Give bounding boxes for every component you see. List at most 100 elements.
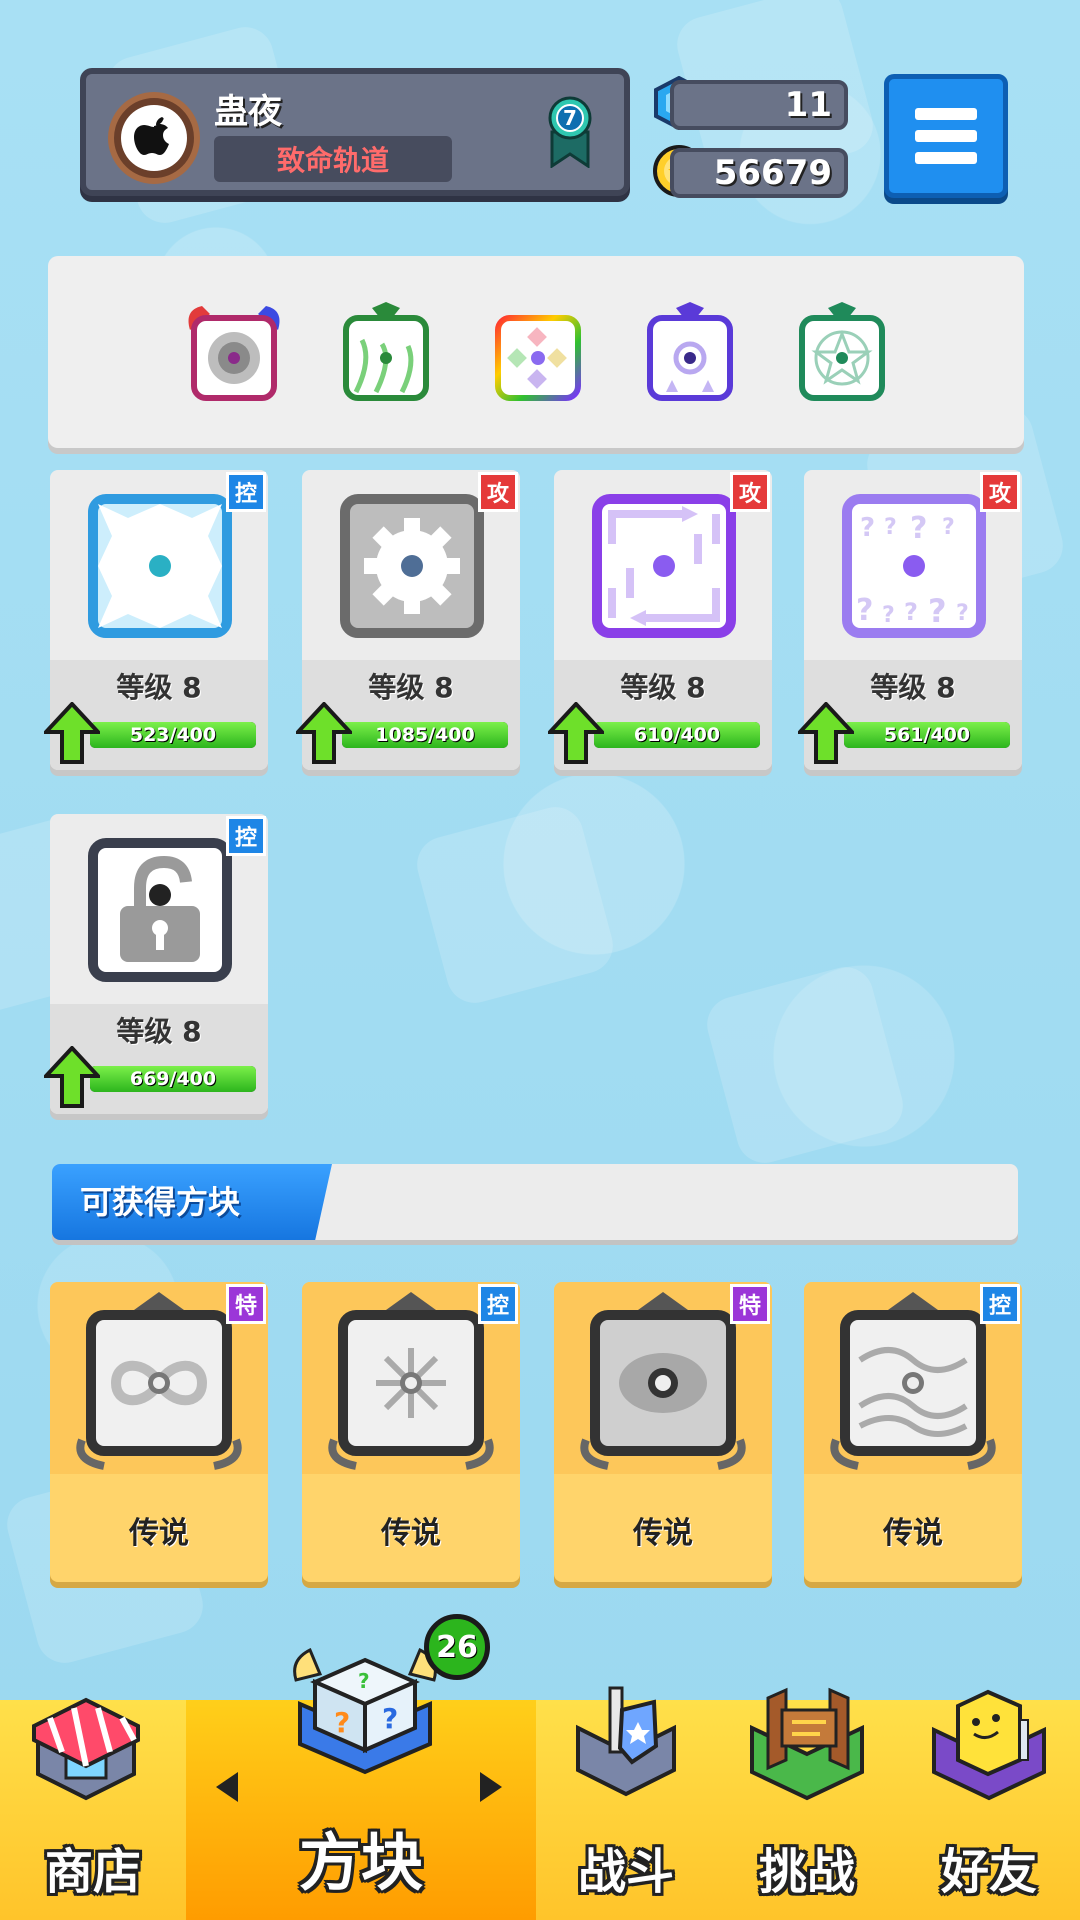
pentagram-die-icon[interactable] — [788, 300, 896, 408]
nav-shop-label: 商店 — [44, 1844, 141, 1900]
legend-card-snowflake[interactable]: 控 传说 — [302, 1282, 520, 1582]
role-tag: 攻 — [980, 472, 1020, 512]
lock-die-icon — [88, 838, 232, 982]
role-tag: 控 — [980, 1284, 1020, 1324]
role-tag: 控 — [478, 1284, 518, 1324]
rarity-label: 传说 — [129, 1516, 189, 1551]
dice-card-gear[interactable]: 攻 等级 8 1085/400 — [296, 470, 520, 770]
nav-challenge[interactable]: 挑战 — [716, 1687, 898, 1920]
wave-die-icon — [840, 1310, 986, 1456]
svg-text:?: ? — [358, 1669, 370, 1693]
next-arrow-icon[interactable] — [480, 1772, 502, 1802]
player-title: 致命轨道 — [214, 136, 452, 182]
dice-card-mystery[interactable]: ???? ????? 攻 等级 8 561/400 — [798, 470, 1022, 770]
xp-text: 523/400 — [129, 724, 217, 746]
xp-text: 610/400 — [633, 724, 721, 746]
nav-battle[interactable]: 战斗 — [536, 1686, 716, 1920]
role-tag: 攻 — [730, 472, 770, 512]
xp-bar: 523/400 — [90, 722, 256, 748]
svg-text:?: ? — [904, 598, 918, 626]
hamburger-icon-bar — [915, 130, 977, 142]
shop-icon — [32, 1697, 140, 1801]
rank-number: 7 — [563, 106, 577, 130]
dice-card-path[interactable]: 攻 等级 8 610/400 — [548, 470, 772, 770]
snowflake-icon — [376, 1348, 446, 1418]
die-pip — [401, 555, 423, 577]
upgrade-arrow-icon[interactable] — [44, 702, 100, 764]
die-pip — [903, 555, 925, 577]
unlock-icon — [120, 855, 200, 962]
role-tag: 控 — [226, 816, 266, 856]
rarity-label: 传说 — [633, 1516, 693, 1551]
rarity-label: 传说 — [381, 1516, 441, 1551]
rarity-label: 传说 — [883, 1516, 943, 1551]
role-tag: 攻 — [478, 472, 518, 512]
orbit-die-icon[interactable] — [636, 300, 744, 408]
nav-friends[interactable]: 好友 — [898, 1689, 1080, 1920]
xp-text: 1085/400 — [375, 724, 475, 746]
legend-card-wave[interactable]: 控 传说 — [804, 1282, 1022, 1582]
gear-die-icon — [340, 494, 484, 638]
upgrade-arrow-icon[interactable] — [44, 1046, 100, 1108]
xp-bar: 561/400 — [844, 722, 1010, 748]
nav-shop[interactable]: 商店 — [0, 1697, 186, 1920]
available-section-header: 可获得方块 — [52, 1164, 1018, 1240]
rainbow-die-icon[interactable] — [484, 300, 592, 408]
xp-bar: 1085/400 — [342, 722, 508, 748]
coin-count: 56679 — [670, 148, 848, 198]
svg-text:?: ? — [956, 601, 969, 626]
level-label: 等级 8 — [620, 671, 706, 704]
infinity-icon — [110, 1360, 208, 1406]
role-tag: 控 — [226, 472, 266, 512]
ice-die-icon — [88, 494, 232, 638]
friends-icon — [932, 1689, 1046, 1801]
nav-friends-label: 好友 — [940, 1844, 1037, 1900]
tornado-die-icon[interactable] — [180, 300, 288, 408]
nav-dice-label: 方块 — [298, 1826, 423, 1899]
dice-cube-icon: ? ? ? — [293, 1647, 437, 1775]
level-label: 等级 8 — [116, 671, 202, 704]
player-name: 蛊夜 — [214, 92, 282, 132]
die-pip — [149, 555, 171, 577]
prev-arrow-icon[interactable] — [216, 1772, 238, 1802]
dice-card-ice[interactable]: 控 等级 8 523/400 — [44, 470, 268, 770]
role-tag: 特 — [730, 1284, 770, 1324]
apple-logo-icon — [121, 105, 187, 171]
path-die-icon — [592, 494, 736, 638]
legend-card-infinity[interactable]: 特 传说 — [50, 1282, 268, 1582]
infinity-die-icon — [86, 1310, 232, 1456]
upgrade-arrow-icon[interactable] — [798, 702, 854, 764]
wave-icon — [858, 1347, 968, 1437]
menu-button[interactable] — [884, 74, 1008, 198]
svg-text:?: ? — [382, 1702, 398, 1735]
svg-text:?: ? — [882, 603, 895, 628]
svg-text:?: ? — [910, 511, 927, 546]
gem-count: 11 — [670, 80, 848, 130]
role-tag: 特 — [226, 1284, 266, 1324]
xp-text: 561/400 — [883, 724, 971, 746]
svg-text:?: ? — [334, 1706, 350, 1739]
svg-text:?: ? — [884, 515, 897, 540]
bg-dice-deco — [410, 800, 620, 1010]
xp-text: 669/400 — [129, 1068, 217, 1090]
deck-panel — [48, 256, 1024, 448]
vine-die-icon[interactable] — [332, 300, 440, 408]
level-label: 等级 8 — [368, 671, 454, 704]
svg-text:?: ? — [942, 515, 955, 540]
challenge-icon — [750, 1687, 864, 1801]
upgrade-arrow-icon[interactable] — [548, 702, 604, 764]
snowflake-die-icon — [338, 1310, 484, 1456]
player-profile-panel[interactable]: 蛊夜 致命轨道 7 — [80, 68, 630, 196]
bg-dice-deco — [700, 960, 910, 1170]
battle-icon — [576, 1686, 676, 1797]
xp-bar: 610/400 — [594, 722, 760, 748]
vortex-die-icon — [590, 1310, 736, 1456]
dice-card-lock[interactable]: 控 等级 8 669/400 — [44, 814, 268, 1114]
level-label: 等级 8 — [870, 671, 956, 704]
rank-ribbon-icon[interactable]: 7 — [546, 94, 594, 168]
avatar[interactable] — [108, 92, 200, 184]
hamburger-icon-bar — [915, 152, 977, 164]
legend-card-vortex[interactable]: 特 传说 — [554, 1282, 772, 1582]
mystery-die-icon: ???? ????? — [842, 494, 986, 638]
upgrade-arrow-icon[interactable] — [296, 702, 352, 764]
